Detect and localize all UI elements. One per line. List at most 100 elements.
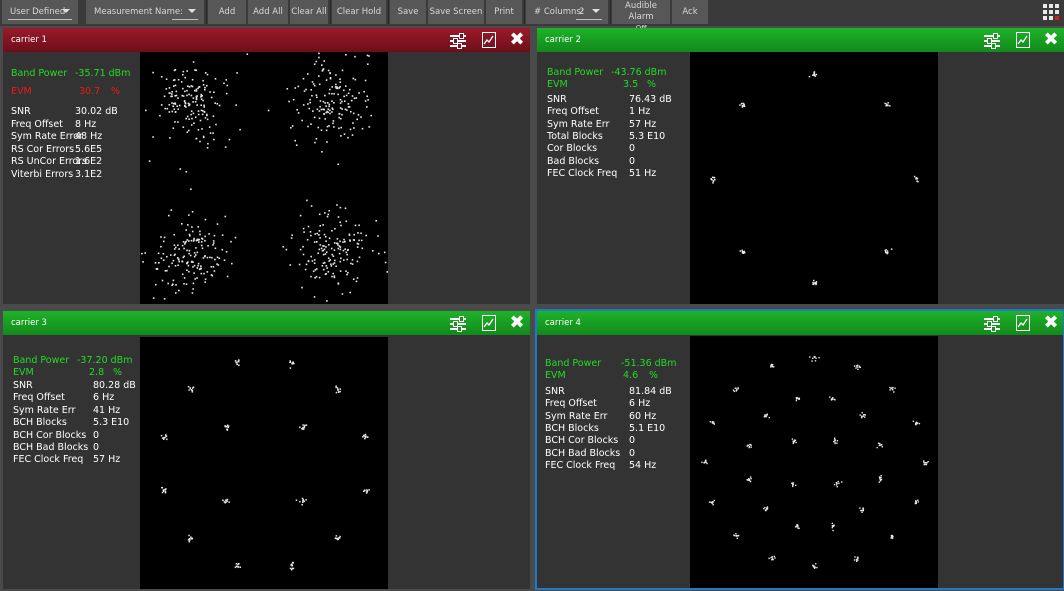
chevron-down-icon xyxy=(62,9,70,13)
clear-all-button[interactable]: Clear All xyxy=(290,0,328,24)
measurement-value: 0 xyxy=(93,429,100,441)
measurement-row: BCH Cor Blocks 0 xyxy=(13,430,99,442)
save-screen-button[interactable]: Save Screen xyxy=(428,0,484,24)
chevron-down-icon xyxy=(188,9,196,13)
measurement-value: 8 Hz xyxy=(75,118,97,130)
carrier-4-constellation-plot xyxy=(690,336,938,588)
measurement-label: FEC Clock Freq xyxy=(13,454,84,466)
measurement-row: BCH Cor Blocks 0 xyxy=(545,435,635,447)
clear-hold-button[interactable]: Clear Hold xyxy=(332,0,386,24)
columns-value: 2 xyxy=(579,7,585,17)
save-button[interactable]: Save xyxy=(390,0,426,24)
measurement-label: Sym Rate Err xyxy=(545,410,608,422)
measurement-label: Freq Offset xyxy=(11,118,63,130)
evm-value: 30.7 xyxy=(79,86,101,97)
ack-button[interactable]: Ack xyxy=(672,0,708,24)
evm-label: EVM xyxy=(11,86,32,97)
trend-chart-icon[interactable] xyxy=(482,315,496,331)
carrier-4-measurements: Band Power -51.36 dBm EVM 4.6% SNR 81.84 dB… xyxy=(545,358,690,518)
add-all-button[interactable]: Add All xyxy=(248,0,288,24)
measurement-row: BCH Blocks 5.1 E10 xyxy=(545,423,665,435)
measurement-label: SNR xyxy=(545,386,565,397)
measurement-label: Sym Rate Error xyxy=(11,131,83,142)
carrier-4-panel: carrier 4 ✖ Band Power -51.36 dBm EVM 4.6%… xyxy=(535,309,1064,590)
close-icon[interactable]: ✖ xyxy=(1042,314,1060,332)
band-power-label: Band Power xyxy=(545,358,602,369)
band-power-value: -35.71 dBm xyxy=(75,68,131,79)
settings-sliders-icon[interactable] xyxy=(983,315,1001,332)
evm-unit: % xyxy=(111,86,121,97)
columns-dropdown[interactable]: # Columns: 2 xyxy=(526,0,608,24)
measurement-row: Cor Blocks 0 xyxy=(547,143,635,155)
measurement-value: 81.84 dB xyxy=(629,386,672,397)
carrier-3-measurements: Band Power -37.20 dBm EVM 2.8% SNR 80.28 dB… xyxy=(13,355,141,515)
trend-chart-icon[interactable] xyxy=(1016,32,1030,48)
measurement-value: 5.3 E10 xyxy=(93,417,130,429)
measurement-name-label: Measurement Name: xyxy=(94,7,183,17)
carrier-2-constellation-plot xyxy=(690,52,938,304)
band-power-value: -43.76 dBm xyxy=(611,67,667,78)
measurement-label: SNR xyxy=(13,380,33,391)
evm-value: 2.8 xyxy=(89,367,105,378)
user-defined-dropdown[interactable]: User Defined xyxy=(2,0,78,24)
evm-unit: % xyxy=(113,367,123,378)
trend-chart-icon[interactable] xyxy=(482,32,496,48)
close-icon[interactable]: ✖ xyxy=(508,31,526,49)
measurement-row: BCH Bad Blocks 0 xyxy=(13,442,99,454)
measurement-label: BCH Cor Blocks xyxy=(545,435,619,447)
carrier-3-constellation-plot xyxy=(140,337,388,589)
band-power-value: -51.36 dBm xyxy=(621,358,677,369)
measurement-value: 5.6E5 xyxy=(75,143,103,155)
close-icon[interactable]: ✖ xyxy=(508,314,526,332)
measurement-label: FEC Clock Freq xyxy=(547,167,618,179)
measurement-row: FEC Clock Freq 54 Hz xyxy=(545,459,656,472)
close-icon[interactable]: ✖ xyxy=(1042,31,1060,49)
evm-label: EVM xyxy=(547,79,568,90)
print-button[interactable]: Print xyxy=(486,0,522,24)
measurement-value: 0 xyxy=(629,155,636,167)
measurement-name-dropdown[interactable]: Measurement Name: xyxy=(86,0,204,24)
evm-unit: % xyxy=(649,370,659,381)
measurement-row: SNR 81.84 dB xyxy=(545,386,672,398)
layout-grid-icon[interactable] xyxy=(1042,3,1060,21)
measurement-value: 60 Hz xyxy=(629,410,657,422)
carrier-2-measurements: Band Power -43.76 dBm EVM 3.5% SNR 76.43 dB… xyxy=(547,67,687,227)
measurement-label: Freq Offset xyxy=(545,398,597,410)
measurement-row: FEC Clock Freq 51 Hz xyxy=(547,167,656,180)
measurement-row: Bad Blocks 0 xyxy=(547,155,635,168)
measurement-label: BCH Bad Blocks xyxy=(13,442,89,453)
band-power-label: Band Power xyxy=(11,68,68,79)
audible-alarm-button[interactable]: Audible Alarm Off xyxy=(612,0,670,33)
measurement-value: 41 Hz xyxy=(93,404,121,416)
measurement-value: 76.43 dB xyxy=(629,94,672,105)
evm-unit: % xyxy=(647,79,657,90)
measurement-label: Sym Rate Err xyxy=(547,118,610,130)
add-button[interactable]: Add xyxy=(208,0,246,24)
measurement-row: SNR 80.28 dB xyxy=(13,380,136,392)
measurement-value: 6 Hz xyxy=(629,398,651,410)
measurement-row: SNR 76.43 dB xyxy=(547,94,672,106)
measurement-row: Viterbi Errors 3.1E2 xyxy=(11,169,102,181)
measurement-value: 5.3 E10 xyxy=(629,130,666,142)
toolbar: User Defined Measurement Name: Add Add A… xyxy=(0,0,1064,33)
measurement-row: Freq Offset 6 Hz xyxy=(545,398,650,410)
settings-sliders-icon[interactable] xyxy=(449,32,467,49)
measurement-value: 48 Hz xyxy=(75,131,103,142)
measurement-value: 0 xyxy=(629,435,636,447)
measurement-row: BCH Bad Blocks 0 xyxy=(545,448,635,460)
measurement-label: Bad Blocks xyxy=(547,155,600,167)
measurement-label: BCH Blocks xyxy=(13,417,67,429)
settings-sliders-icon[interactable] xyxy=(449,315,467,332)
measurement-row: Total Blocks 5.3 E10 xyxy=(547,131,665,143)
evm-value: 4.6 xyxy=(623,370,639,381)
measurement-value: 5.1 E10 xyxy=(629,422,666,434)
audible-alarm-label: Audible Alarm xyxy=(625,1,657,22)
settings-sliders-icon[interactable] xyxy=(983,32,1001,49)
measurement-value: 57 Hz xyxy=(629,118,657,130)
measurement-row: BCH Blocks 5.3 E10 xyxy=(13,417,129,429)
measurement-label: FEC Clock Freq xyxy=(545,459,616,471)
measurement-value: 30.02 dB xyxy=(75,106,118,117)
carrier-3-panel: carrier 3 ✖ Band Power -37.20 dBm EVM 2.8%… xyxy=(3,311,530,589)
measurement-label: Sym Rate Err xyxy=(13,404,76,416)
trend-chart-icon[interactable] xyxy=(1016,315,1030,331)
